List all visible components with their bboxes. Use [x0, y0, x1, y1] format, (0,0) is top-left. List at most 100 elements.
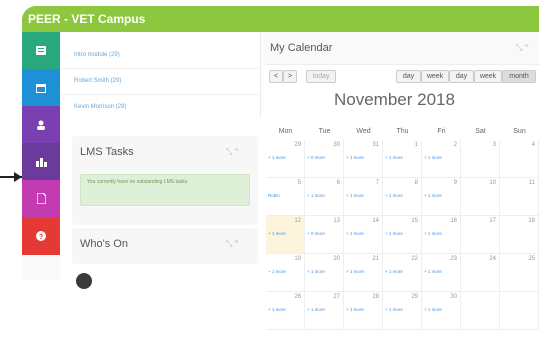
more-events-link[interactable]: + 1 more — [268, 269, 286, 274]
day-number: 23 — [450, 256, 457, 262]
more-events-link[interactable]: + 1 more — [307, 193, 325, 198]
more-events-link[interactable]: + 1 more — [346, 193, 364, 198]
calendar-day-cell[interactable]: 11 — [500, 178, 539, 216]
course-link[interactable]: Intro module (29) — [74, 52, 120, 58]
calendar-day-cell[interactable]: 29 + 1 more — [266, 140, 305, 178]
sidebar-item-dashboard[interactable] — [22, 32, 60, 69]
more-events-link[interactable]: + 1 more — [307, 269, 325, 274]
more-events-link[interactable]: + 1 more — [346, 155, 364, 160]
top-bar: PEER - VET Campus — [22, 6, 539, 32]
app-title: PEER - VET Campus — [28, 12, 146, 26]
sidebar-item-documents[interactable] — [22, 180, 60, 217]
view-month-button[interactable]: month — [502, 70, 536, 83]
avatar[interactable] — [76, 273, 92, 289]
calendar-day-cell[interactable]: 17 — [461, 216, 500, 254]
calendar-day-cell[interactable]: 15 + 1 more — [383, 216, 422, 254]
more-events-link[interactable]: + 1 more — [268, 231, 286, 236]
more-events-link[interactable]: + 1 more — [346, 231, 364, 236]
more-events-link[interactable]: + 1 more — [346, 269, 364, 274]
day-number: 27 — [333, 294, 340, 300]
calendar-day-cell[interactable]: 20 + 1 more — [305, 254, 344, 292]
today-button[interactable]: today — [306, 70, 336, 83]
calendar-day-cell[interactable]: 5 Robin — [266, 178, 305, 216]
calendar-day-cell[interactable]: 22 + 1 more — [383, 254, 422, 292]
month-label: November 2018 — [334, 90, 455, 109]
day-number: 17 — [489, 218, 496, 224]
calendar-day-cell[interactable]: 7 + 1 more — [344, 178, 383, 216]
sidebar-item-profile[interactable] — [22, 106, 60, 143]
calendar-icon — [36, 83, 46, 93]
app-window: PEER - VET Campus ? Intro module (29) Ro… — [22, 6, 539, 351]
course-link[interactable]: Robert Smith (29) — [74, 78, 121, 84]
calendar-day-cell[interactable]: 12 + 1 more — [266, 216, 305, 254]
weekday-label: Tue — [318, 128, 331, 135]
document-icon — [36, 193, 46, 204]
calendar-day-cell[interactable]: 14 + 1 more — [344, 216, 383, 254]
weekday-label: Thu — [396, 128, 409, 135]
more-events-link[interactable]: + 1 more — [424, 269, 442, 274]
calendar-day-cell[interactable]: 23 + 1 more — [422, 254, 461, 292]
more-events-link[interactable]: Robin — [268, 193, 280, 198]
prev-month-button[interactable]: < — [269, 70, 283, 83]
more-events-link[interactable]: + 1 more — [385, 307, 403, 312]
calendar-day-cell[interactable]: 25 — [500, 254, 539, 292]
lms-tasks-title: LMS Tasks — [80, 146, 134, 158]
calendar-day-cell[interactable]: 10 — [461, 178, 500, 216]
sidebar-item-reports[interactable] — [22, 143, 60, 180]
day-number: 10 — [489, 180, 496, 186]
sidebar-item-help[interactable]: ? — [22, 217, 60, 255]
sidebar-item-calendar[interactable] — [22, 69, 60, 106]
calendar-day-cell[interactable]: 8 + 1 more — [383, 178, 422, 216]
more-events-link[interactable]: + 1 more — [385, 193, 403, 198]
calendar-day-cell[interactable]: 24 — [461, 254, 500, 292]
calendar-day-cell[interactable]: 19 + 1 more — [266, 254, 305, 292]
calendar-day-cell[interactable]: 13 + 0 more — [305, 216, 344, 254]
more-events-link[interactable]: + 1 more — [307, 307, 325, 312]
more-events-link[interactable]: + 0 more — [307, 155, 325, 160]
calendar-day-cell[interactable]: 3 — [461, 140, 500, 178]
calendar-day-cell[interactable]: 18 — [500, 216, 539, 254]
calendar-controls[interactable]: ⤡ ^ — [516, 43, 528, 53]
more-events-link[interactable]: + 1 more — [346, 307, 364, 312]
calendar-day-cell[interactable]: 9 + 1 more — [422, 178, 461, 216]
calendar-day-cell[interactable]: 29 + 1 more — [383, 292, 422, 330]
calendar-day-cell[interactable] — [500, 292, 539, 330]
next-month-button[interactable]: > — [283, 70, 297, 83]
whos-on-controls[interactable]: ⤡ ^ — [226, 239, 238, 249]
more-events-link[interactable]: + 0 more — [307, 231, 325, 236]
view-week-button[interactable]: week — [421, 70, 449, 83]
calendar-day-cell[interactable]: 26 + 1 more — [266, 292, 305, 330]
calendar-day-cell[interactable]: 31 + 1 more — [344, 140, 383, 178]
more-events-link[interactable]: + 1 more — [385, 155, 403, 160]
calendar-day-cell[interactable]: 4 — [500, 140, 539, 178]
more-events-link[interactable]: + 1 more — [268, 307, 286, 312]
view-agenda-week-button[interactable]: week — [474, 70, 502, 83]
more-events-link[interactable]: + 1 more — [424, 155, 442, 160]
view-agenda-day-button[interactable]: day — [449, 70, 474, 83]
day-number: 28 — [372, 294, 379, 300]
calendar-day-cell[interactable]: 27 + 1 more — [305, 292, 344, 330]
divider — [60, 68, 260, 69]
day-number: 14 — [372, 218, 379, 224]
course-links-panel: Intro module (29) Robert Smith (29) Kevi… — [60, 32, 261, 118]
more-events-link[interactable]: + 1 more — [268, 155, 286, 160]
calendar-day-cell[interactable]: 30 + 0 more — [305, 140, 344, 178]
more-events-link[interactable]: + 1 more — [385, 231, 403, 236]
weekday-label: Mon — [278, 128, 293, 135]
calendar-day-cell[interactable] — [461, 292, 500, 330]
more-events-link[interactable]: + 1 more — [424, 231, 442, 236]
more-events-link[interactable]: + 1 more — [385, 269, 403, 274]
lms-widget-controls[interactable]: ⤡ ^ — [226, 147, 238, 157]
more-events-link[interactable]: + 1 more — [424, 307, 442, 312]
calendar-day-cell[interactable]: 6 + 1 more — [305, 178, 344, 216]
calendar-day-cell[interactable]: 28 + 1 more — [344, 292, 383, 330]
more-events-link[interactable]: + 1 more — [424, 193, 442, 198]
calendar-day-cell[interactable]: 21 + 1 more — [344, 254, 383, 292]
course-link[interactable]: Kevin Morrison (29) — [74, 104, 126, 110]
sidebar: ? — [22, 32, 60, 351]
view-day-button[interactable]: day — [396, 70, 421, 83]
calendar-day-cell[interactable]: 1 + 1 more — [383, 140, 422, 178]
calendar-day-cell[interactable]: 30 + 1 more — [422, 292, 461, 330]
calendar-day-cell[interactable]: 2 + 1 more — [422, 140, 461, 178]
calendar-day-cell[interactable]: 16 + 1 more — [422, 216, 461, 254]
